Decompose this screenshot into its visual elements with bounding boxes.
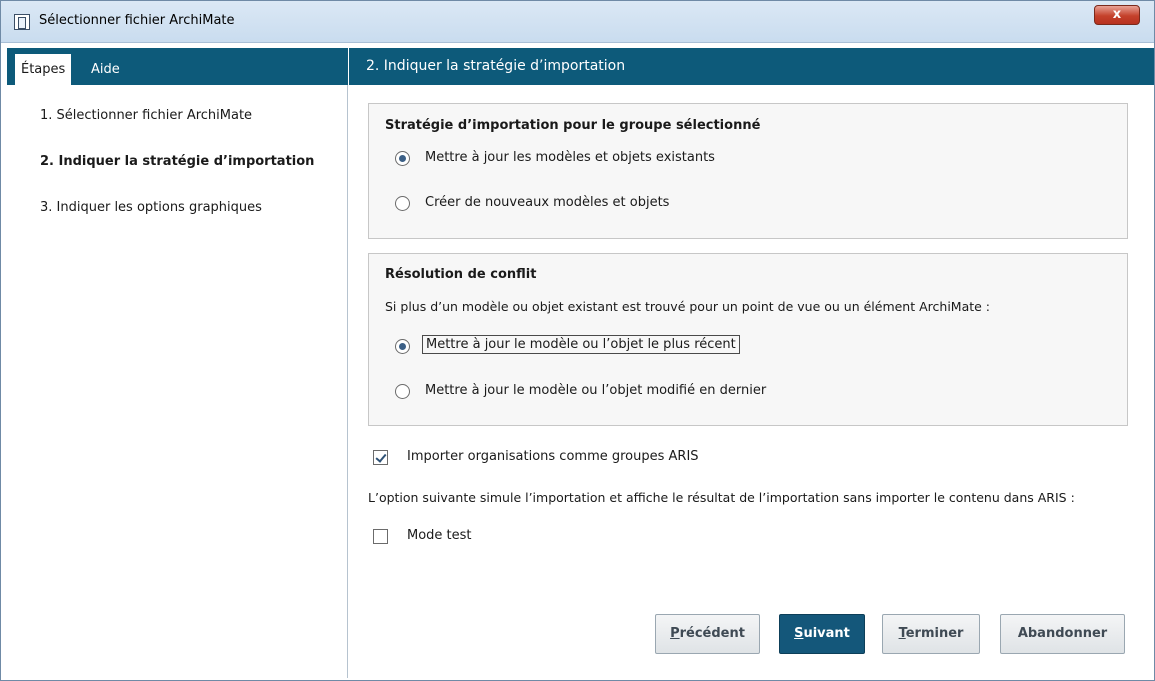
next-button[interactable]: Suivant	[779, 614, 865, 654]
checkbox-label: Mode test	[407, 528, 472, 543]
radio-button[interactable]	[395, 151, 410, 166]
step-item-1[interactable]: 1. Sélectionner fichier ArchiMate	[40, 108, 252, 123]
sidebar-tabbar: Étapes Aide	[7, 48, 348, 85]
import-strategy-group: Stratégie d’importation pour le groupe s…	[368, 103, 1128, 239]
import-strategy-title: Stratégie d’importation pour le groupe s…	[385, 118, 761, 133]
tab-etapes[interactable]: Étapes	[15, 54, 72, 85]
window-title: Sélectionner fichier ArchiMate	[39, 13, 235, 28]
step-item-3[interactable]: 3. Indiquer les options graphiques	[40, 200, 262, 215]
title-bar[interactable]: Sélectionner fichier ArchiMate x	[1, 1, 1154, 43]
conflict-description: Si plus d’un modèle ou objet existant es…	[385, 299, 991, 314]
radio-label: Mettre à jour les modèles et objets exis…	[425, 150, 715, 165]
checkbox[interactable]	[373, 450, 388, 465]
finish-button[interactable]: Terminer	[882, 614, 980, 654]
radio-label: Créer de nouveaux modèles et objets	[425, 195, 670, 210]
radio-button[interactable]	[395, 196, 410, 211]
conflict-title: Résolution de conflit	[385, 267, 537, 282]
dialog-window: Sélectionner fichier ArchiMate x Étapes …	[0, 0, 1155, 681]
page-title: 2. Indiquer la stratégie d’importation	[349, 48, 1154, 85]
main-panel: 2. Indiquer la stratégie d’importation S…	[349, 48, 1154, 678]
previous-button[interactable]: Précédent	[655, 614, 760, 654]
simulation-note: L’option suivante simule l’importation e…	[368, 490, 1075, 505]
close-button[interactable]: x	[1094, 5, 1140, 25]
window-app-icon	[14, 14, 30, 30]
step-item-2[interactable]: 2. Indiquer la stratégie d’importation	[40, 154, 314, 169]
checkbox-label: Importer organisations comme groupes ARI…	[407, 449, 699, 464]
tab-aide[interactable]: Aide	[85, 54, 126, 85]
conflict-resolution-group: Résolution de conflit Si plus d’un modèl…	[368, 253, 1128, 426]
checkbox[interactable]	[373, 529, 388, 544]
radio-button[interactable]	[395, 384, 410, 399]
radio-button[interactable]	[395, 339, 410, 354]
radio-label: Mettre à jour le modèle ou l’objet le pl…	[422, 335, 740, 354]
radio-label: Mettre à jour le modèle ou l’objet modif…	[425, 383, 767, 398]
steps-panel: Étapes Aide 1. Sélectionner fichier Arch…	[7, 48, 348, 678]
abort-button[interactable]: Abandonner	[1000, 614, 1125, 654]
